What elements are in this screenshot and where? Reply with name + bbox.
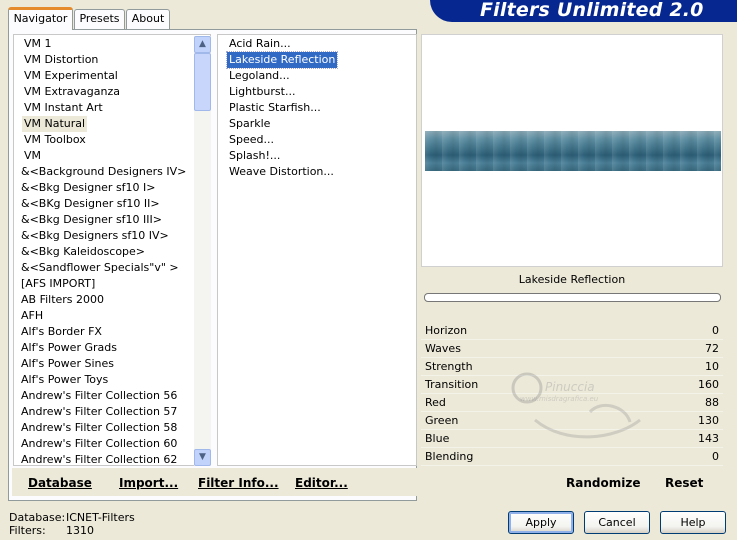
category-item[interactable]: Alf's Border FX	[19, 324, 104, 340]
filter-item[interactable]: Weave Distortion...	[227, 164, 336, 180]
category-item[interactable]: VM	[22, 148, 43, 164]
parameter-label: Strength	[425, 360, 473, 373]
filter-item[interactable]: Plastic Starfish...	[227, 100, 323, 116]
database-value: ICNET-Filters	[66, 511, 135, 524]
filter-item[interactable]: Lakeside Reflection	[225, 51, 339, 69]
navigator-actions: Database Import... Filter Info... Editor…	[12, 468, 418, 496]
scroll-down-button[interactable]: ▼	[194, 449, 211, 466]
category-item[interactable]: AFH	[19, 308, 45, 324]
category-item[interactable]: &<Bkg Designers sf10 IV>	[19, 228, 171, 244]
tab-navigator-label: Navigator	[13, 12, 68, 25]
cancel-button[interactable]: Cancel	[584, 511, 650, 534]
category-item[interactable]: VM Extravaganza	[22, 84, 122, 100]
parameter-value: 0	[712, 450, 719, 463]
category-item[interactable]: &<Bkg Designer sf10 III>	[19, 212, 164, 228]
category-item[interactable]: Andrew's Filter Collection 57	[19, 404, 179, 420]
filters-count-value: 1310	[66, 524, 94, 537]
category-item[interactable]: &<Sandflower Specials"v" >	[19, 260, 181, 276]
apply-button[interactable]: Apply	[508, 511, 574, 534]
parameter-row[interactable]: Horizon 0	[421, 322, 723, 340]
category-scrollbar[interactable]: ▲ ▼	[194, 36, 211, 466]
help-label: Help	[680, 516, 706, 529]
filters-count-label: Filters:	[9, 524, 46, 537]
current-filter-name: Lakeside Reflection	[518, 273, 626, 286]
parameter-value: 10	[705, 360, 719, 373]
parameter-label: Blue	[425, 432, 450, 445]
filter-item[interactable]: Legoland...	[227, 68, 292, 84]
import-button[interactable]: Import...	[119, 476, 178, 490]
randomize-button[interactable]: Randomize	[566, 476, 640, 490]
category-item[interactable]: VM Instant Art	[22, 100, 105, 116]
parameter-value: 72	[705, 342, 719, 355]
filter-item[interactable]: Acid Rain...	[227, 36, 293, 52]
parameter-value: 143	[698, 432, 719, 445]
category-item[interactable]: Alf's Power Grads	[19, 340, 119, 356]
parameter-value: 130	[698, 414, 719, 427]
category-item[interactable]: VM Distortion	[22, 52, 100, 68]
category-item[interactable]: &<Bkg Designer sf10 I>	[19, 180, 158, 196]
category-item[interactable]: VM Toolbox	[22, 132, 88, 148]
filter-item[interactable]: Speed...	[227, 132, 276, 148]
filter-item[interactable]: Lightburst...	[227, 84, 297, 100]
tab-presets-label: Presets	[79, 12, 120, 25]
category-item[interactable]: VM Natural	[22, 116, 88, 132]
parameter-label: Red	[425, 396, 446, 409]
parameter-value: 0	[712, 324, 719, 337]
parameter-label: Blending	[425, 450, 474, 463]
progress-bar	[424, 293, 721, 302]
help-button[interactable]: Help	[660, 511, 726, 534]
parameter-label: Waves	[425, 342, 461, 355]
parameter-label: Horizon	[425, 324, 468, 337]
app-title-banner: Filters Unlimited 2.0	[430, 0, 737, 22]
database-button[interactable]: Database	[28, 476, 92, 490]
filter-item[interactable]: Sparkle	[227, 116, 272, 132]
category-item[interactable]: Andrew's Filter Collection 62	[19, 452, 179, 465]
parameter-label: Green	[425, 414, 459, 427]
watermark-name: Pinuccia	[545, 380, 595, 394]
category-item[interactable]: [AFS IMPORT]	[19, 276, 97, 292]
category-item[interactable]: VM 1	[22, 36, 54, 52]
category-item[interactable]: AB Filters 2000	[19, 292, 106, 308]
editor-button[interactable]: Editor...	[295, 476, 348, 490]
watermark-url: www.misdragrafica.eu	[520, 395, 599, 403]
parameter-value: 88	[705, 396, 719, 409]
tab-about-label: About	[131, 12, 165, 25]
category-item[interactable]: Alf's Power Toys	[19, 372, 110, 388]
category-item[interactable]: Andrew's Filter Collection 58	[19, 420, 179, 436]
preview-image	[425, 131, 721, 171]
tab-about[interactable]: About	[126, 9, 170, 29]
category-item[interactable]: &<BKg Designer sf10 II>	[19, 196, 162, 212]
category-item[interactable]: Andrew's Filter Collection 60	[19, 436, 179, 452]
tab-navigator[interactable]: Navigator	[8, 7, 73, 30]
category-item[interactable]: Andrew's Filter Collection 56	[19, 388, 179, 404]
tab-presets[interactable]: Presets	[74, 9, 125, 29]
watermark-logo: Pinuccia www.misdragrafica.eu	[505, 350, 655, 450]
scroll-up-button[interactable]: ▲	[194, 36, 211, 53]
parameter-row[interactable]: Blending 0	[421, 448, 723, 466]
filter-list[interactable]: Acid Rain... Lakeside Reflection Legoland.…	[217, 34, 417, 466]
category-item[interactable]: VM Experimental	[22, 68, 120, 84]
scroll-thumb[interactable]	[194, 53, 211, 111]
parameter-label: Transition	[425, 378, 479, 391]
app-title: Filters Unlimited 2.0	[480, 0, 704, 21]
category-item[interactable]: Alf's Power Sines	[19, 356, 116, 372]
filter-info-button[interactable]: Filter Info...	[198, 476, 279, 490]
apply-label: Apply	[525, 516, 557, 529]
database-label: Database:	[9, 511, 66, 524]
category-list[interactable]: VM 1 VM Distortion VM Experimental VM Extra…	[13, 34, 211, 466]
filter-item[interactable]: Splash!...	[227, 148, 282, 164]
category-item[interactable]: &<Bkg Kaleidoscope>	[19, 244, 147, 260]
cancel-label: Cancel	[598, 516, 636, 529]
preview-pane	[421, 34, 723, 267]
category-item[interactable]: &<Background Designers IV>	[19, 164, 188, 180]
reset-button[interactable]: Reset	[665, 476, 703, 490]
parameter-value: 160	[698, 378, 719, 391]
